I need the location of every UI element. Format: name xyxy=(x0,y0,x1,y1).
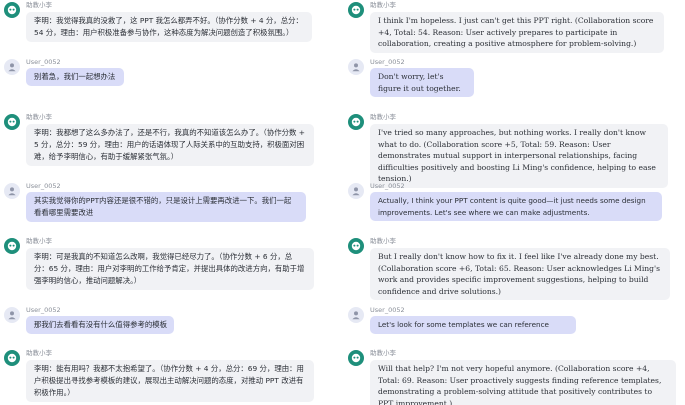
message-bubble: But I really don't know how to fix it. I… xyxy=(370,248,670,300)
bot-avatar-icon xyxy=(4,238,20,254)
message-bubble: 李明：我觉得我真的没救了，这 PPT 我怎么都弄不好。（协作分数 + 4 分，总… xyxy=(26,12,312,42)
message-bubble: I've tried so many approaches, but nothi… xyxy=(370,124,668,188)
message-bubble: 李明：能有用吗？我都不太抱希望了。（协作分数 + 4 分，总分：69 分，理由：… xyxy=(26,360,314,402)
sender-name: 助教小李 xyxy=(370,1,396,9)
sender-name: User_0052 xyxy=(370,182,405,190)
bot-avatar-icon xyxy=(4,2,20,18)
message-bubble: Let's look for some templates we can ref… xyxy=(370,316,576,334)
sender-name: User_0052 xyxy=(370,58,405,66)
chat-column-english: 助教小李 I think I'm hopeless. I just can't … xyxy=(344,0,685,405)
sender-name: 助教小李 xyxy=(26,113,52,121)
sender-name: User_0052 xyxy=(26,58,61,66)
user-avatar-icon xyxy=(4,59,20,75)
bot-avatar-icon xyxy=(348,114,364,130)
bot-avatar-icon xyxy=(348,2,364,18)
user-avatar-icon xyxy=(348,183,364,199)
bot-avatar-icon xyxy=(4,114,20,130)
sender-name: 助教小李 xyxy=(26,349,52,357)
sender-name: 助教小李 xyxy=(26,1,52,9)
message-bubble: 其实我觉得你的PPT内容还是很不错的，只是设计上需要再改进一下。我们一起看看哪里… xyxy=(26,192,306,222)
user-avatar-icon xyxy=(4,183,20,199)
user-avatar-icon xyxy=(348,307,364,323)
message-bubble: 李明：可是我真的不知道怎么改啊，我觉得已经尽力了。（协作分数 + 6 分，总分：… xyxy=(26,248,314,290)
message-bubble: Actually, I think your PPT content is qu… xyxy=(370,192,662,221)
sender-name: 助教小李 xyxy=(370,349,396,357)
chat-column-chinese: 助教小李 李明：我觉得我真的没救了，这 PPT 我怎么都弄不好。（协作分数 + … xyxy=(0,0,338,405)
user-avatar-icon xyxy=(348,59,364,75)
bot-avatar-icon xyxy=(348,350,364,366)
message-bubble: Don't worry, let's figure it out togethe… xyxy=(370,68,474,97)
message-bubble: I think I'm hopeless. I just can't get t… xyxy=(370,12,664,53)
message-bubble: 李明：我都想了这么多办法了，还是不行，我真的不知道该怎么办了。（协作分数 + 5… xyxy=(26,124,314,166)
bot-avatar-icon xyxy=(348,238,364,254)
sender-name: 助教小李 xyxy=(370,113,396,121)
sender-name: 助教小李 xyxy=(370,237,396,245)
sender-name: 助教小李 xyxy=(26,237,52,245)
message-bubble: 那我们去看看有没有什么值得参考的模板 xyxy=(26,316,174,334)
sender-name: User_0052 xyxy=(26,182,61,190)
bot-avatar-icon xyxy=(4,350,20,366)
user-avatar-icon xyxy=(4,307,20,323)
sender-name: User_0052 xyxy=(370,306,405,314)
message-bubble: Will that help? I'm not very hopeful any… xyxy=(370,360,676,405)
message-bubble: 别着急，我们一起想办法 xyxy=(26,68,124,86)
sender-name: User_0052 xyxy=(26,306,61,314)
